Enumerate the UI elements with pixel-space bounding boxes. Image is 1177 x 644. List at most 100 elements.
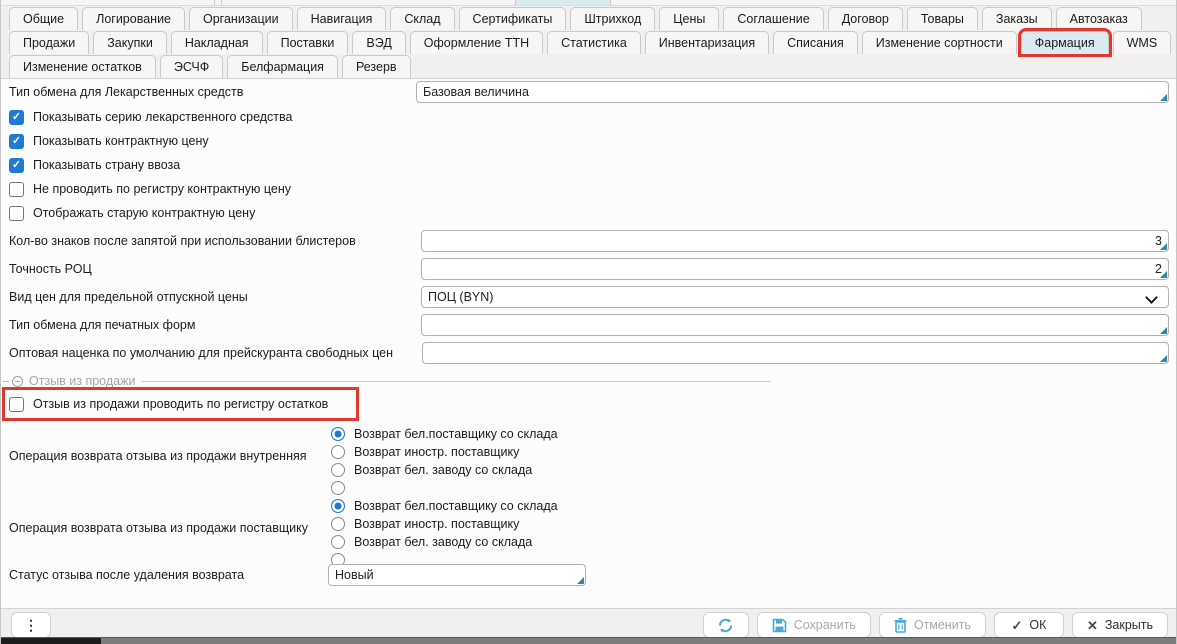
tab-obshchie[interactable]: Общие bbox=[9, 7, 78, 30]
radio-icon[interactable] bbox=[331, 535, 345, 549]
save-button-label: Сохранить bbox=[794, 618, 856, 632]
radio-label: Возврат иностр. поставщику bbox=[354, 517, 519, 531]
radio-icon[interactable] bbox=[331, 517, 345, 531]
radio-internal-3[interactable]: Возврат бел. заводу со склада bbox=[331, 462, 532, 477]
settings-window: Общие Логирование Организации Навигация … bbox=[0, 0, 1177, 644]
checkbox-row-import-country[interactable]: ✓ Показывать страну ввоза bbox=[9, 157, 180, 173]
tab-soglashenie[interactable]: Соглашение bbox=[723, 7, 823, 30]
radio-supplier-2[interactable]: Возврат иностр. поставщику bbox=[331, 516, 519, 531]
radio-icon[interactable] bbox=[331, 481, 345, 495]
tab-sklad[interactable]: Склад bbox=[390, 7, 454, 30]
close-button-label: Закрыть bbox=[1105, 618, 1153, 632]
recall-group-title: Отзыв из продажи bbox=[29, 374, 135, 388]
tab-statistika[interactable]: Статистика bbox=[547, 31, 641, 54]
collapse-icon[interactable] bbox=[12, 376, 23, 387]
resize-handle-icon bbox=[1160, 271, 1167, 278]
radio-supplier-3[interactable]: Возврат бел. заводу со склада bbox=[331, 534, 532, 549]
radio-label: Возврат бел. заводу со склада bbox=[354, 535, 532, 549]
drug-exchange-type-label: Тип обмена для Лекарственных средств bbox=[9, 81, 243, 103]
tab-belfarmaciya[interactable]: Белфармация bbox=[227, 55, 338, 78]
radio-internal-2[interactable]: Возврат иностр. поставщику bbox=[331, 444, 519, 459]
resize-handle-icon bbox=[1160, 355, 1167, 362]
recall-group-header: Отзыв из продажи bbox=[3, 374, 771, 388]
ok-button[interactable]: ✓ ОК bbox=[994, 612, 1064, 638]
tab-sertifikaty[interactable]: Сертификаты bbox=[459, 7, 567, 30]
checkbox-checked-icon[interactable]: ✓ bbox=[9, 158, 24, 173]
checkbox-label: Показывать контрактную цену bbox=[33, 134, 209, 148]
tab-oformlenie-ttn[interactable]: Оформление ТТН bbox=[410, 31, 543, 54]
status-after-delete-input[interactable]: Новый bbox=[328, 564, 586, 586]
radio-label: Возврат иностр. поставщику bbox=[354, 445, 519, 459]
check-icon: ✓ bbox=[12, 136, 21, 147]
tab-izmenenie-sortnosti[interactable]: Изменение сортности bbox=[862, 31, 1017, 54]
tab-logirovanie[interactable]: Логирование bbox=[82, 7, 185, 30]
tab-tovary[interactable]: Товары bbox=[907, 7, 978, 30]
tab-postavki[interactable]: Поставки bbox=[267, 31, 349, 54]
limit-price-kind-select[interactable]: ПОЦ (BYN) bbox=[421, 286, 1169, 308]
supplier-operation-label: Операция возврата отзыва из продажи пост… bbox=[9, 517, 308, 539]
tab-farmaciya-selected[interactable]: Фармация bbox=[1021, 31, 1109, 54]
blister-decimals-label: Кол-во знаков после запятой при использо… bbox=[9, 230, 356, 252]
tab-avtozakaz[interactable]: Автозаказ bbox=[1056, 7, 1142, 30]
tab-prodazhi[interactable]: Продажи bbox=[9, 31, 89, 54]
tab-row-2: Продажи Закупки Накладная Поставки ВЭД О… bbox=[9, 31, 1171, 54]
checkbox-row-contract-price[interactable]: ✓ Показывать контрактную цену bbox=[9, 133, 209, 149]
checkbox-checked-icon[interactable]: ✓ bbox=[9, 110, 24, 125]
cancel-button-label: Отменить bbox=[914, 618, 971, 632]
radio-internal-4[interactable] bbox=[331, 480, 354, 495]
refresh-icon bbox=[717, 617, 734, 634]
tab-izmenenie-ostatkov[interactable]: Изменение остатков bbox=[9, 55, 156, 78]
tab-ved[interactable]: ВЭД bbox=[352, 31, 405, 54]
tab-shtrihkod[interactable]: Штрихкод bbox=[570, 7, 655, 30]
tab-zakupki[interactable]: Закупки bbox=[93, 31, 167, 54]
trash-icon bbox=[894, 618, 907, 633]
close-button[interactable]: ✕ Закрыть bbox=[1072, 612, 1168, 638]
tab-inventarizaciya[interactable]: Инвентаризация bbox=[645, 31, 769, 54]
checkbox-label: Показывать серию лекарственного средства bbox=[33, 110, 292, 124]
check-icon: ✓ bbox=[12, 112, 21, 123]
refresh-button[interactable] bbox=[703, 612, 749, 638]
roc-precision-label: Точность РОЦ bbox=[9, 258, 92, 280]
tab-spisaniya[interactable]: Списания bbox=[773, 31, 858, 54]
internal-operation-label: Операция возврата отзыва из продажи внут… bbox=[9, 445, 307, 467]
status-after-delete-label: Статус отзыва после удаления возврата bbox=[9, 564, 244, 586]
print-forms-exchange-input[interactable] bbox=[421, 314, 1169, 336]
radio-icon[interactable] bbox=[331, 445, 345, 459]
checkbox-checked-icon[interactable]: ✓ bbox=[9, 134, 24, 149]
tab-wms[interactable]: WMS bbox=[1113, 31, 1172, 54]
roc-precision-input[interactable]: 2 bbox=[421, 258, 1169, 280]
drug-exchange-type-input[interactable]: Базовая величина bbox=[416, 81, 1169, 103]
divider bbox=[3, 381, 9, 382]
tab-ceny[interactable]: Цены bbox=[659, 7, 719, 30]
radio-icon[interactable] bbox=[331, 463, 345, 477]
checkbox-row-no-register-contract[interactable]: Не проводить по регистру контрактную цен… bbox=[9, 181, 291, 197]
tab-eschf[interactable]: ЭСЧФ bbox=[160, 55, 223, 78]
tab-dogovor[interactable]: Договор bbox=[828, 7, 903, 30]
save-icon bbox=[772, 618, 787, 633]
tab-nakladnaya[interactable]: Накладная bbox=[171, 31, 263, 54]
radio-selected-icon[interactable] bbox=[331, 427, 345, 441]
footer-bar: ⋮ Сохранить bbox=[1, 609, 1176, 637]
blister-decimals-input[interactable]: 3 bbox=[421, 230, 1169, 252]
checkbox-label: Показывать страну ввоза bbox=[33, 158, 180, 172]
tab-organizacii[interactable]: Организации bbox=[189, 7, 293, 30]
wholesale-markup-input[interactable] bbox=[422, 342, 1169, 364]
resize-handle-icon bbox=[1160, 94, 1167, 101]
tab-zakazy[interactable]: Заказы bbox=[982, 7, 1052, 30]
checkbox-row-show-old-contract[interactable]: Отображать старую контрактную цену bbox=[9, 205, 255, 221]
radio-selected-icon[interactable] bbox=[331, 499, 345, 513]
checkbox-row-show-series[interactable]: ✓ Показывать серию лекарственного средст… bbox=[9, 109, 292, 125]
more-options-button[interactable]: ⋮ bbox=[11, 612, 51, 638]
cancel-button[interactable]: Отменить bbox=[879, 612, 986, 638]
tab-navigaciya[interactable]: Навигация bbox=[297, 7, 387, 30]
checkbox-unchecked-icon[interactable] bbox=[9, 182, 24, 197]
pharmacy-settings-panel: Тип обмена для Лекарственных средств Баз… bbox=[1, 79, 1176, 608]
save-button[interactable]: Сохранить bbox=[757, 612, 871, 638]
checkbox-unchecked-icon[interactable] bbox=[9, 206, 24, 221]
radio-label: Возврат бел. заводу со склада bbox=[354, 463, 532, 477]
tab-rezerv[interactable]: Резерв bbox=[342, 55, 411, 78]
radio-internal-1[interactable]: Возврат бел.поставщику со склада bbox=[331, 426, 558, 441]
ellipsis-icon: ⋮ bbox=[24, 617, 38, 634]
radio-supplier-1[interactable]: Возврат бел.поставщику со склада bbox=[331, 498, 558, 513]
resize-handle-icon bbox=[1160, 243, 1167, 250]
